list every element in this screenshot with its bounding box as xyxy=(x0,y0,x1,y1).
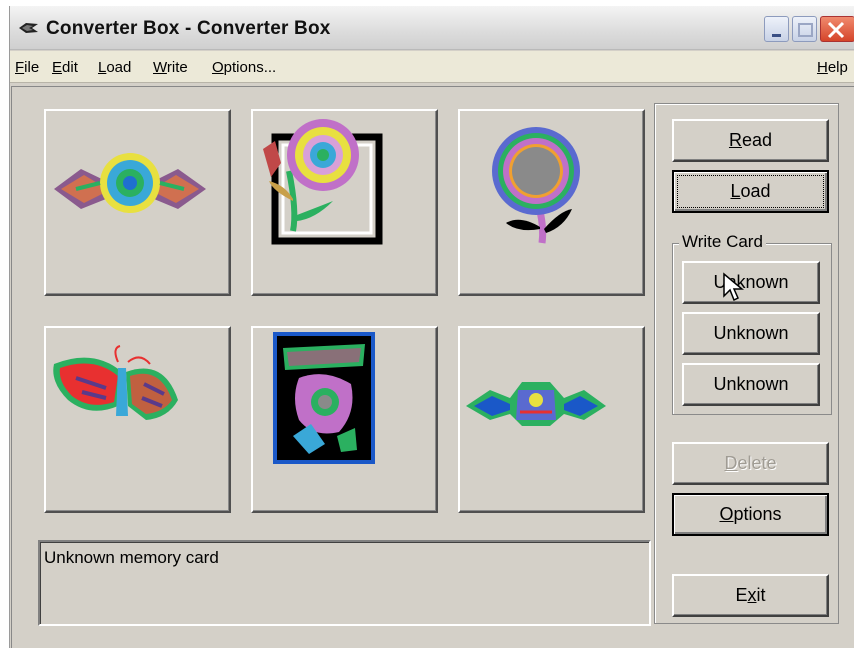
minimize-button[interactable] xyxy=(764,16,789,42)
read-button-label: Read xyxy=(728,130,773,150)
window-title: Converter Box - Converter Box xyxy=(46,18,331,39)
menu-write[interactable]: Write xyxy=(153,59,188,76)
options-button[interactable]: Options xyxy=(672,493,829,536)
menu-options[interactable]: Options... xyxy=(212,59,276,76)
title-bar[interactable]: Converter Box - Converter Box xyxy=(10,6,854,50)
design-tile-3[interactable] xyxy=(458,109,645,296)
close-icon xyxy=(827,21,845,39)
status-box: Unknown memory card xyxy=(38,540,651,626)
sunflower-frame-design-icon xyxy=(263,119,383,245)
load-button-label: Load xyxy=(730,181,771,201)
maximize-button[interactable] xyxy=(792,16,817,42)
menu-edit[interactable]: Edit xyxy=(52,59,78,76)
menu-help[interactable]: Help xyxy=(817,59,848,76)
border-motif-design-icon xyxy=(466,382,606,426)
status-message: Unknown memory card xyxy=(44,548,219,567)
sunflower-design-icon xyxy=(492,127,580,244)
delete-button-label: Delete xyxy=(724,453,777,473)
floral-band-design-icon xyxy=(54,153,206,213)
minimize-icon xyxy=(772,34,781,37)
options-button-label: Options xyxy=(719,504,782,524)
exit-button-label: Exit xyxy=(735,585,766,605)
read-button[interactable]: Read xyxy=(672,119,829,162)
exit-button[interactable]: Exit xyxy=(672,574,829,617)
load-button[interactable]: Load xyxy=(672,170,829,213)
maximize-icon xyxy=(798,23,813,37)
write-card-slot-3-button[interactable]: Unknown xyxy=(682,363,820,406)
menu-load[interactable]: Load xyxy=(98,59,131,76)
slot-2-label: Unknown xyxy=(713,323,789,343)
mouse-cursor-icon xyxy=(723,272,744,302)
design-tile-2[interactable] xyxy=(251,109,438,296)
brewer-card-design-icon xyxy=(273,332,375,464)
design-tile-5[interactable] xyxy=(251,326,438,513)
app-icon xyxy=(18,21,40,40)
close-button[interactable] xyxy=(820,16,854,42)
menu-bar: File Edit Load Write Options... Help xyxy=(10,51,854,83)
slot-3-label: Unknown xyxy=(713,374,789,394)
design-tile-4[interactable] xyxy=(44,326,231,513)
design-tile-6[interactable] xyxy=(458,326,645,513)
write-card-label: Write Card xyxy=(679,232,766,252)
write-card-slot-1-button[interactable]: Unknown xyxy=(682,261,820,304)
butterfly-design-icon xyxy=(53,345,178,420)
write-card-slot-2-button[interactable]: Unknown xyxy=(682,312,820,355)
menu-file[interactable]: File xyxy=(15,59,39,76)
delete-button[interactable]: Delete xyxy=(672,442,829,485)
design-tile-1[interactable] xyxy=(44,109,231,296)
